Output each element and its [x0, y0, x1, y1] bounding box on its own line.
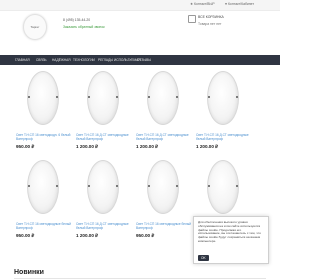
product-image[interactable] — [196, 159, 248, 214]
callback-link[interactable]: Заказать обратный звонок — [63, 25, 105, 29]
product-image[interactable] — [136, 159, 188, 214]
product-name[interactable]: Свет Т.Н.СП 16 Д.СТ светодиодные белый В… — [196, 133, 258, 141]
cookie-popup: Для обеспечения высокого уровня обслужив… — [193, 216, 269, 264]
section-title: Новинки — [14, 269, 44, 276]
product-image[interactable] — [76, 159, 128, 214]
lamp-image — [207, 71, 239, 125]
main-nav: ГЛАВНАЯ СВЯЗЬ НАДЁЖНАЯ ТЕХНОЛОГИИ РЕГЛАД… — [0, 55, 280, 65]
product-price: 950.00 ₽ — [16, 144, 35, 149]
product-name[interactable]: Свет Т.Н.СП 16 Д.СТ светодиодные белый В… — [76, 222, 138, 230]
product-price: 1 200.00 ₽ — [196, 144, 219, 149]
cookie-accept-button[interactable]: OK — [198, 255, 209, 261]
lamp-image — [27, 71, 59, 125]
product-price: 1 200.00 ₽ — [76, 144, 99, 149]
lamp-image — [147, 160, 179, 214]
product-price: 1 200.00 ₽ — [136, 144, 159, 149]
cookie-text: Для обеспечения высокого уровня обслужив… — [198, 220, 261, 243]
logo[interactable]: Таргет — [23, 14, 47, 40]
section-divider — [14, 278, 266, 279]
lamp-image — [207, 160, 239, 214]
lamp-image — [147, 71, 179, 125]
nav-item-tech[interactable]: ТЕХНОЛОГИИ — [73, 58, 95, 62]
product-price: 950.00 ₽ — [136, 233, 155, 238]
product-name[interactable]: Свет Т.Н.СП 16 Д.СТ светодиодные белый В… — [136, 133, 198, 141]
cart-icon[interactable] — [188, 15, 196, 23]
product-name[interactable]: Свет Т.Н.СП 16 светодиодные белый Ватерп… — [136, 222, 198, 230]
cart-title[interactable]: ВСЕ КОРЗИНКА — [198, 15, 224, 19]
top-link-1[interactable]: ★ Контакт/ВЫР — [190, 2, 215, 6]
lamp-image — [87, 71, 119, 125]
nav-item-home[interactable]: ГЛАВНАЯ — [15, 58, 30, 62]
product-name[interactable]: Свет Т.Н.СП 16 светодиодные белый Ватерп… — [16, 222, 78, 230]
nav-item-usage[interactable]: РЕГЛАДЫ ИСПОЛЬЗУЕМАЯ — [98, 58, 141, 62]
phone-number[interactable]: 8 (495) 135-44-20 — [63, 18, 90, 22]
product-name[interactable]: Свет Т.Н.СП 16 светодиодн. 6 белый Ватер… — [16, 133, 78, 141]
nav-item-contacts[interactable]: СВЯЗЬ — [36, 58, 47, 62]
product-image[interactable] — [196, 70, 248, 125]
lamp-image — [27, 160, 59, 214]
product-name[interactable]: Свет Т.Н.СП 16 Д.СТ светодиодные белый В… — [76, 133, 138, 141]
product-image[interactable] — [76, 70, 128, 125]
logo-text: Таргет — [30, 25, 40, 29]
nav-item-reliable[interactable]: НАДЁЖНАЯ — [52, 58, 71, 62]
cart-status: Товара нет нет — [198, 22, 222, 26]
top-link-2[interactable]: ♥ Контакт/Кабинет — [225, 2, 254, 6]
product-image[interactable] — [16, 159, 68, 214]
product-price: 950.00 ₽ — [16, 233, 35, 238]
product-image[interactable] — [16, 70, 68, 125]
product-image[interactable] — [136, 70, 188, 125]
top-bar: ★ Контакт/ВЫР ♥ Контакт/Кабинет — [0, 0, 280, 11]
nav-item-reviews[interactable]: ОТЗЫВЫ — [137, 58, 151, 62]
lamp-image — [87, 160, 119, 214]
product-price: 1 200.00 ₽ — [76, 233, 99, 238]
